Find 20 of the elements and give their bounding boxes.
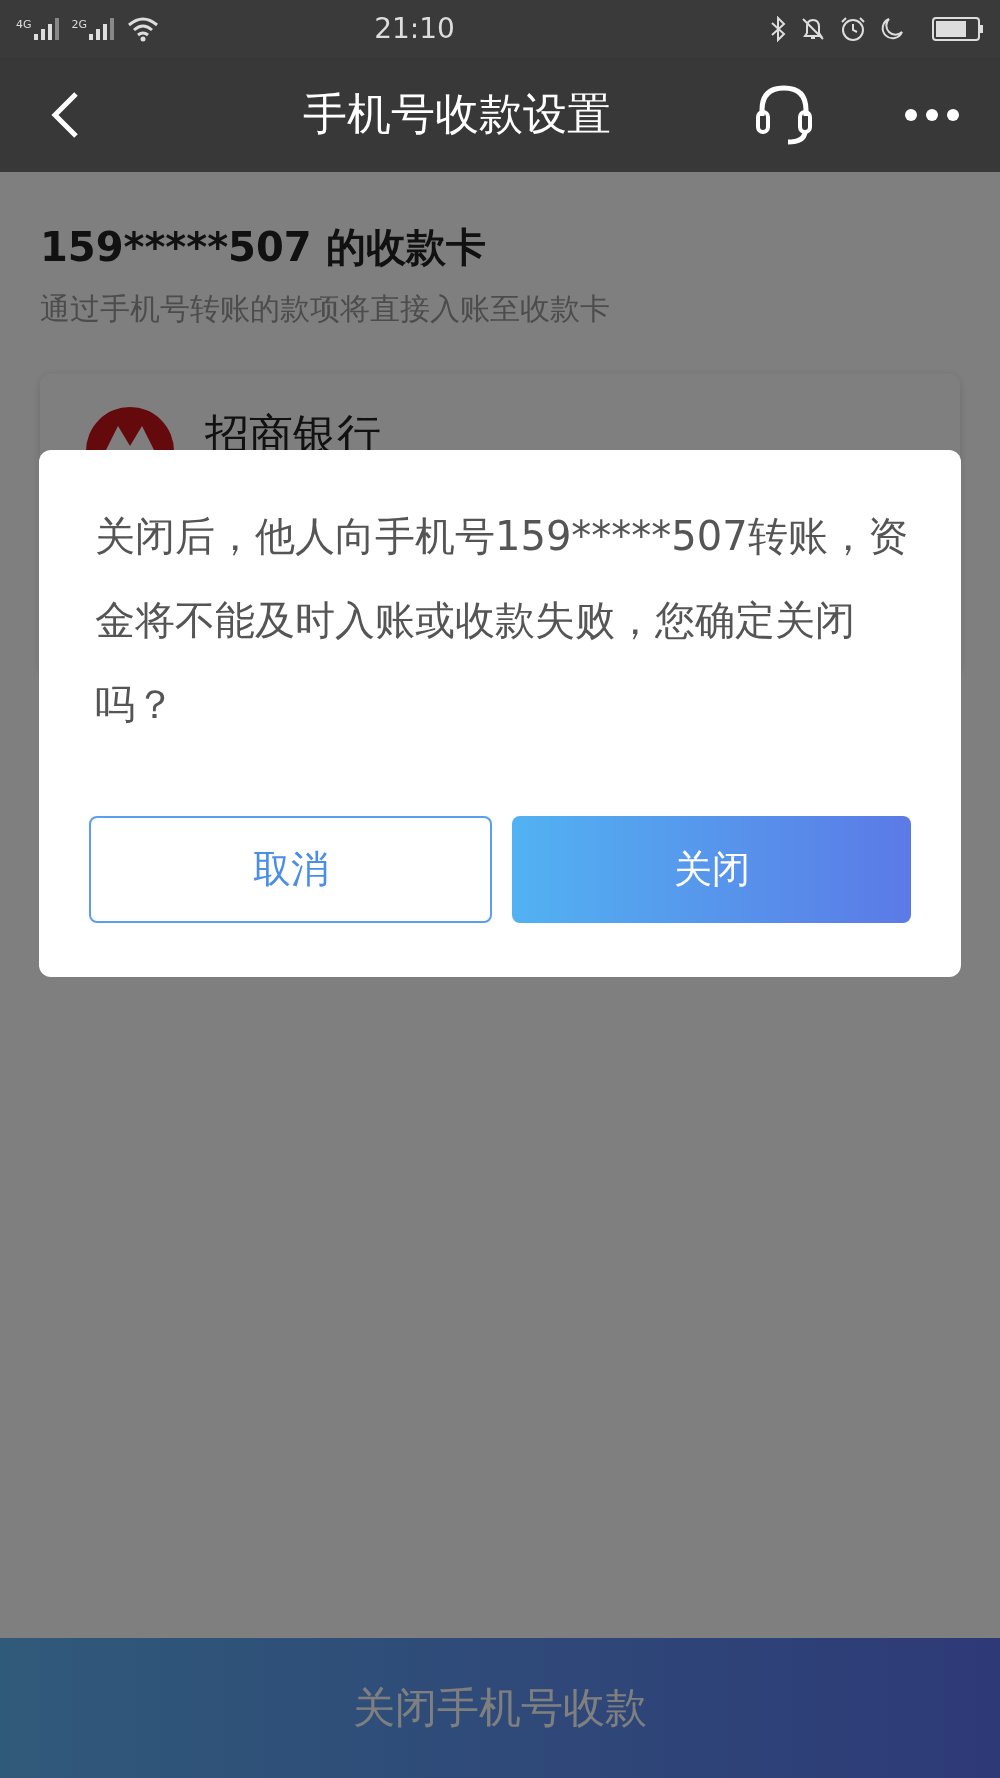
back-icon[interactable] <box>50 90 80 139</box>
cancel-button[interactable]: 取消 <box>89 816 492 923</box>
alarm-icon <box>840 15 866 42</box>
muted-bell-icon <box>800 15 826 42</box>
confirm-button[interactable]: 关闭 <box>512 816 911 923</box>
page-title: 手机号收款设置 <box>302 87 612 141</box>
signal-icon <box>89 17 116 40</box>
headset-icon[interactable] <box>754 83 814 146</box>
battery-icon <box>932 16 984 41</box>
clock-time: 21:10 <box>373 12 456 45</box>
close-phone-receipt-button[interactable]: 关闭手机号收款 <box>0 1638 1000 1778</box>
section-title: 159*****507 的收款卡 <box>40 223 487 272</box>
bluetooth-icon <box>770 15 786 42</box>
signal-icon <box>33 17 60 40</box>
more-icon[interactable] <box>904 107 960 122</box>
dialog-message: 关闭后，他人向手机号159*****507转账，资金将不能及时入账或收款失败，您确定关闭吗？ <box>94 512 909 729</box>
network-label: 4G <box>16 17 32 31</box>
wifi-icon <box>127 15 160 42</box>
network-label: 2G <box>71 17 88 31</box>
moon-icon <box>880 16 904 41</box>
